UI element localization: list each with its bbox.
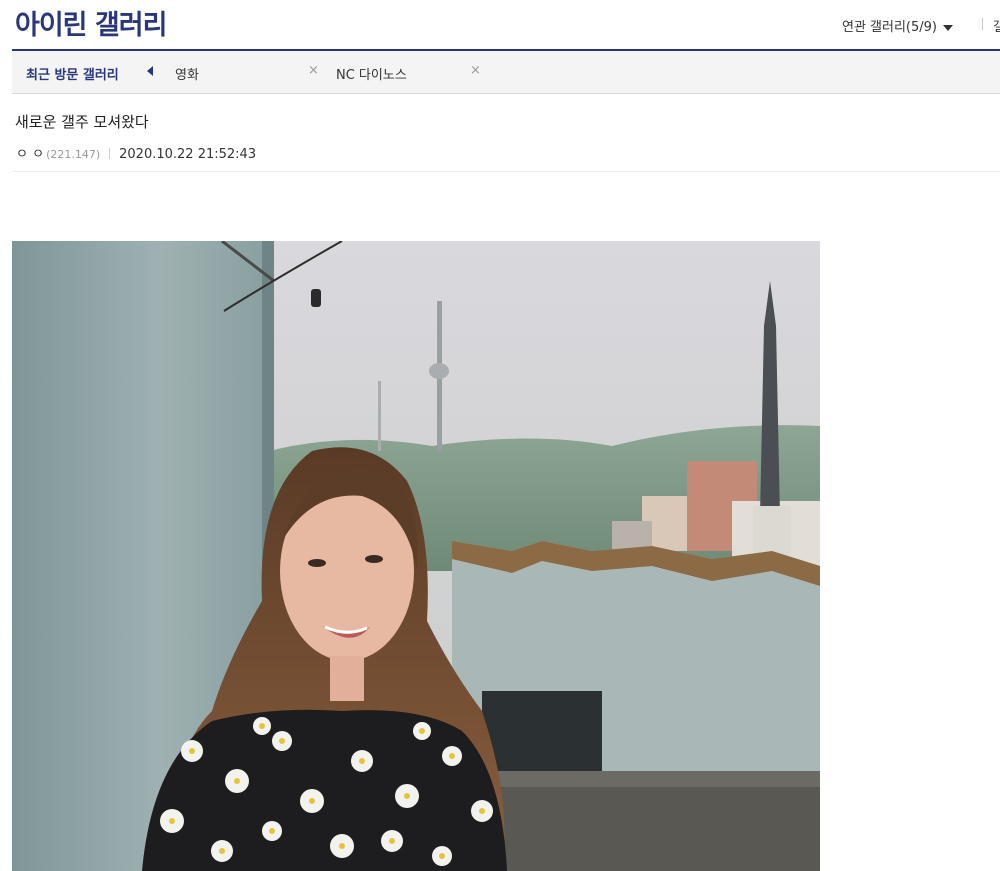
meta-divider [109,148,111,159]
recent-visit-item[interactable]: 영화 [175,64,199,83]
recent-visit-item[interactable]: NC 다이노스 [336,64,407,83]
post-author[interactable]: ㅇ ㅇ [16,147,44,162]
recent-visits-label[interactable]: 최근 방문 갤러리 [26,64,119,83]
related-gallery-button[interactable]: 연관 갤러리(5/9) [842,16,953,35]
caret-left-icon[interactable] [147,66,153,76]
header-overflow-text[interactable]: 갤 [993,16,1000,35]
post-meta: ㅇ ㅇ (221.147) 2020.10.22 21:52:43 [16,143,256,162]
post-date: 2020.10.22 21:52:43 [119,147,257,162]
header-divider [982,18,983,30]
post-photo[interactable] [12,241,820,871]
related-gallery-label: 연관 갤러리(5/9) [842,20,937,35]
post-title: 새로운 갤주 모셔왔다 [15,113,149,131]
gallery-title[interactable]: 아이린 갤러리 [15,3,167,42]
recent-visits-bar: 최근 방문 갤러리 영화 × NC 다이노스 × [12,51,1000,94]
caret-down-icon [943,24,953,31]
close-icon[interactable]: × [470,63,481,78]
post-author-ip: (221.147) [46,148,101,161]
close-icon[interactable]: × [308,63,319,78]
gallery-header: 아이린 갤러리 연관 갤러리(5/9) 갤 [0,0,1000,51]
meta-divider-line [12,171,1000,172]
